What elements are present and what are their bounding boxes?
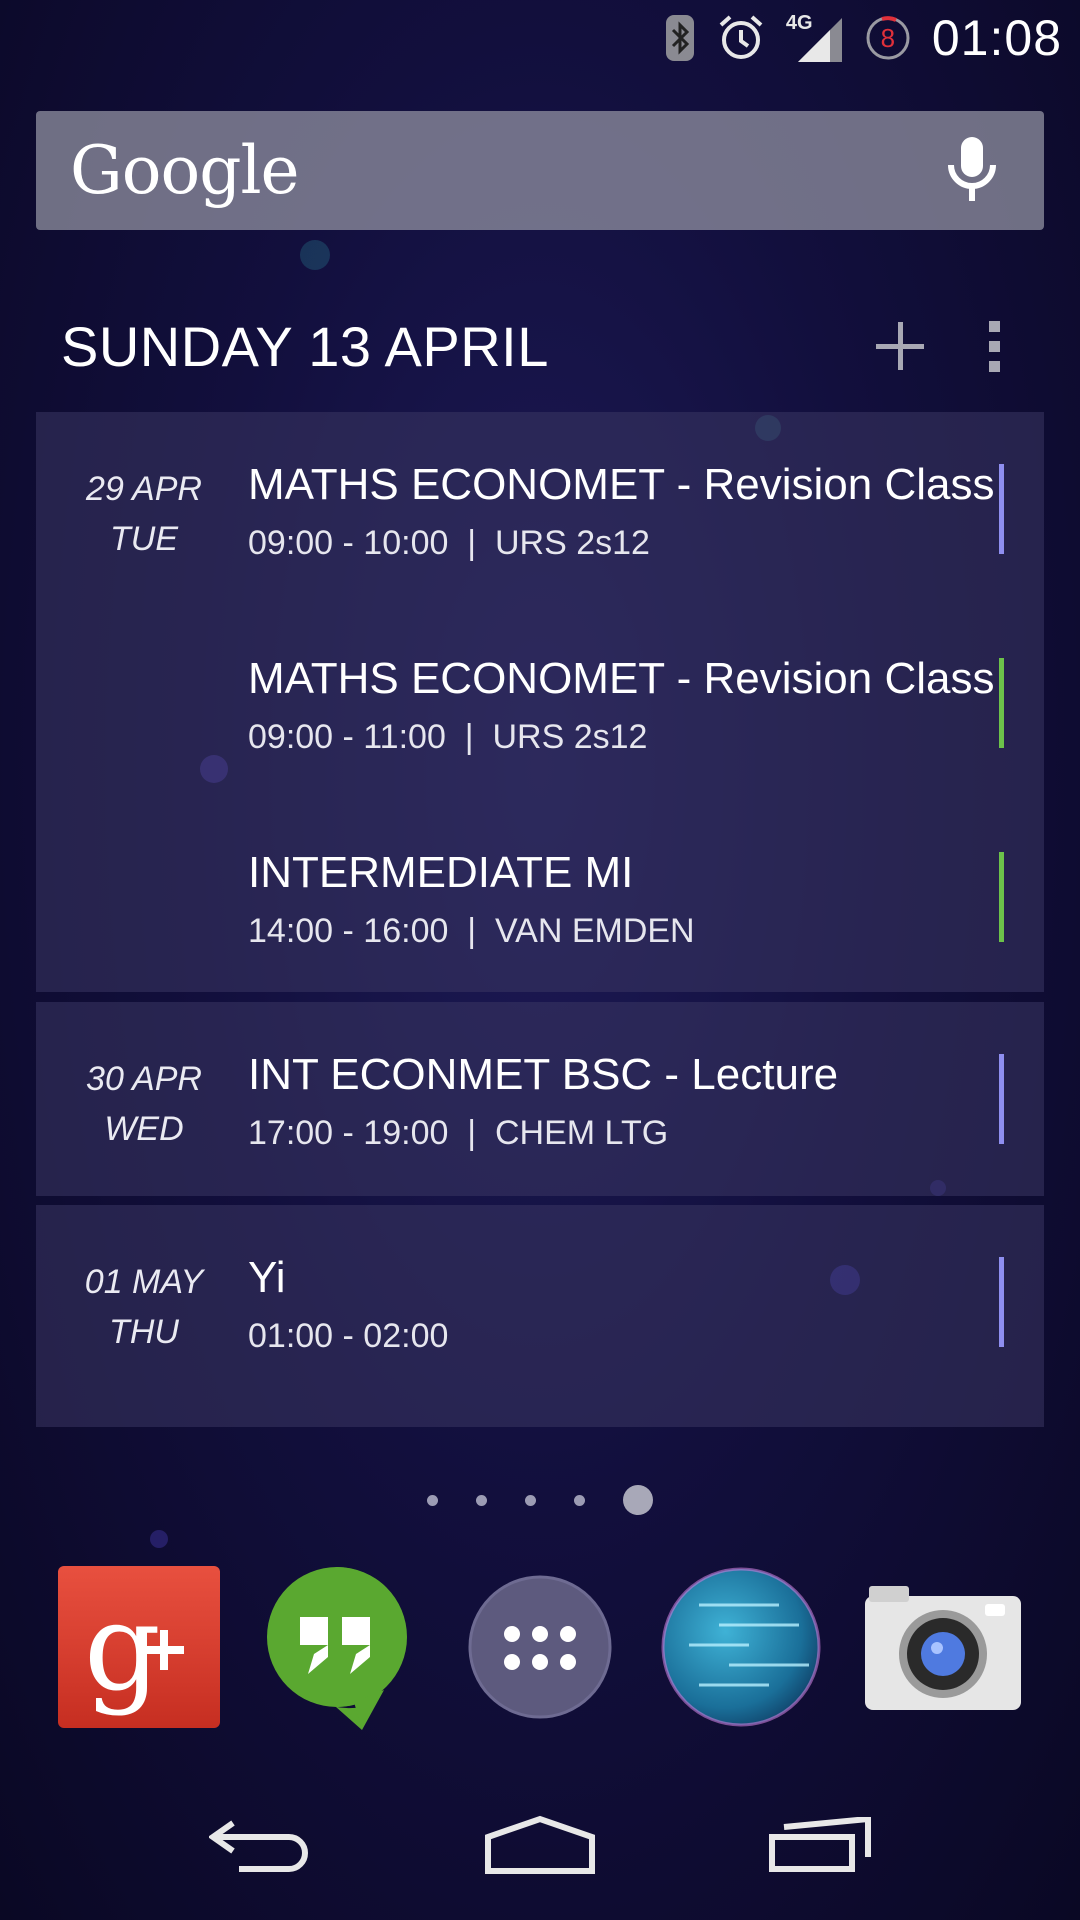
network-type-label: 4G	[785, 12, 813, 34]
plus-icon[interactable]	[876, 322, 924, 370]
calendar-event[interactable]: 30 APR WED INT ECONMET BSC - Lecture 17:…	[36, 1002, 1044, 1196]
event-date: 30 APR	[86, 1060, 202, 1098]
page-indicator	[0, 1484, 1080, 1516]
calendar-event[interactable]: 29 APR TUE MATHS ECONOMET - Revision Cla…	[36, 412, 1044, 606]
event-weekday: THU	[109, 1313, 179, 1351]
event-color-bar	[999, 1054, 1004, 1144]
recents-icon[interactable]	[760, 1805, 880, 1885]
event-time-location: 09:00 - 10:00 | URS 2s12	[248, 524, 650, 562]
event-weekday: TUE	[110, 520, 178, 558]
event-day-label: 01 MAY THU	[64, 1257, 224, 1357]
event-color-bar	[999, 658, 1004, 748]
calendar-date-heading[interactable]: SUNDAY 13 APRIL	[61, 314, 549, 379]
notification-badge: 8	[864, 14, 912, 62]
navigation-bar	[0, 1770, 1080, 1920]
event-time-location: 14:00 - 16:00 | VAN EMDEN	[248, 912, 695, 950]
event-time-location: 01:00 - 02:00	[248, 1317, 449, 1355]
event-color-bar	[999, 1257, 1004, 1347]
bluetooth-icon	[664, 13, 696, 63]
camera-icon[interactable]	[858, 1562, 1028, 1732]
wallpaper-glow	[150, 1530, 168, 1548]
event-date: 01 MAY	[84, 1263, 204, 1301]
home-icon[interactable]	[480, 1805, 600, 1885]
back-icon[interactable]	[200, 1805, 320, 1885]
calendar-day-group: 01 MAY THU Yi 01:00 - 02:00	[36, 1205, 1044, 1427]
event-time-location: 17:00 - 19:00 | CHEM LTG	[248, 1114, 669, 1152]
event-color-bar	[999, 464, 1004, 554]
event-color-bar	[999, 852, 1004, 942]
event-title: Yi	[248, 1253, 286, 1302]
page-dot-active	[623, 1485, 653, 1515]
page-dot	[476, 1494, 487, 1506]
microphone-icon[interactable]	[942, 131, 1002, 211]
status-bar: 4G 8 01:08	[0, 0, 1080, 76]
event-day-label: 30 APR WED	[64, 1054, 224, 1154]
app-dock: g	[0, 1562, 1080, 1732]
app-drawer-icon[interactable]	[455, 1562, 625, 1732]
google-search-bar[interactable]: Google	[36, 111, 1044, 230]
google-plus-icon[interactable]: g	[54, 1562, 224, 1732]
google-logo: Google	[70, 132, 300, 209]
globe-icon[interactable]	[656, 1562, 826, 1732]
overflow-menu-icon[interactable]	[984, 320, 1004, 372]
page-dot	[427, 1494, 438, 1506]
calendar-event[interactable]: INTERMEDIATE MI 14:00 - 16:00 | VAN EMDE…	[36, 800, 1044, 994]
event-title: MATHS ECONOMET - Revision Class	[248, 654, 995, 703]
calendar-event[interactable]: MATHS ECONOMET - Revision Class 09:00 - …	[36, 606, 1044, 800]
calendar-event[interactable]: 01 MAY THU Yi 01:00 - 02:00	[36, 1205, 1044, 1399]
event-date: 29 APR	[86, 470, 202, 508]
wallpaper-glow	[300, 240, 330, 270]
page-dot	[525, 1494, 536, 1506]
event-weekday: WED	[104, 1110, 184, 1148]
event-title: INT ECONMET BSC - Lecture	[248, 1050, 839, 1099]
signal-4g-icon: 4G	[786, 12, 844, 64]
event-title: MATHS ECONOMET - Revision Class	[248, 460, 995, 509]
hangouts-icon[interactable]	[252, 1562, 422, 1732]
badge-count: 8	[880, 22, 896, 53]
status-clock: 01:08	[931, 10, 1062, 66]
alarm-icon	[716, 13, 766, 63]
event-time-location: 09:00 - 11:00 | URS 2s12	[248, 718, 648, 756]
calendar-widget-header: SUNDAY 13 APRIL	[36, 300, 1044, 392]
calendar-day-group: 29 APR TUE MATHS ECONOMET - Revision Cla…	[36, 412, 1044, 992]
event-day-label: 29 APR TUE	[64, 464, 224, 564]
calendar-day-group: 30 APR WED INT ECONMET BSC - Lecture 17:…	[36, 1002, 1044, 1196]
page-dot	[574, 1494, 585, 1506]
event-title: INTERMEDIATE MI	[248, 848, 634, 897]
